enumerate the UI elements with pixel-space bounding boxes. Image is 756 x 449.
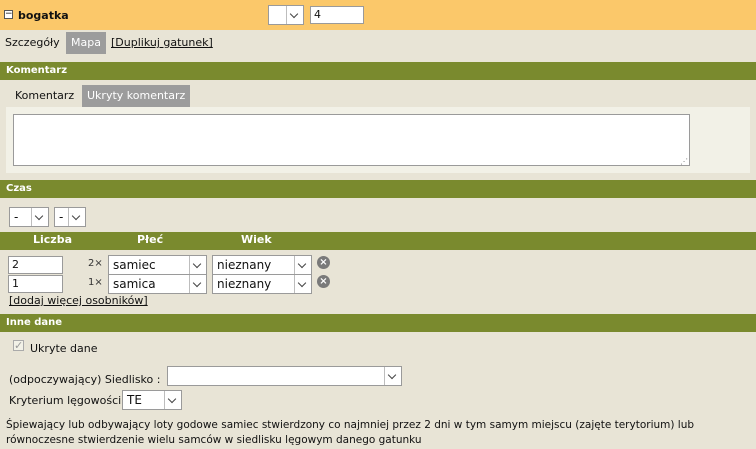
- resize-grip-icon[interactable]: ⋰: [680, 157, 688, 166]
- chevron-down-icon: [189, 256, 206, 274]
- hidden-data-checkbox[interactable]: ✓: [13, 340, 24, 351]
- breeding-criterion-select[interactable]: TE: [122, 390, 182, 410]
- time-select-minute-value: -: [59, 210, 64, 224]
- species-name: bogatka: [18, 9, 69, 22]
- duplicate-species-link[interactable]: [Duplikuj gatunek]: [106, 32, 218, 54]
- chevron-down-icon: [68, 208, 85, 226]
- species-header: − bogatka 4: [0, 0, 756, 30]
- other-section-title: Inne dane: [0, 314, 756, 332]
- sex-select-row-1-value: samiec: [113, 258, 156, 272]
- tab-comment[interactable]: Komentarz: [10, 85, 80, 107]
- breeding-criterion-label: Kryterium lęgowości: [9, 394, 122, 407]
- chevron-down-icon: [31, 208, 48, 226]
- tab-details[interactable]: Szczegóły: [0, 32, 65, 54]
- count-input-row-2[interactable]: 1: [8, 275, 63, 293]
- time-section-title: Czas: [0, 180, 756, 198]
- sex-select-row-1[interactable]: samiec: [108, 255, 207, 275]
- species-count-input[interactable]: 4: [310, 6, 364, 24]
- age-select-row-2[interactable]: nieznany: [212, 274, 312, 294]
- column-age: Wiek: [241, 233, 272, 246]
- chevron-down-icon: [384, 367, 401, 385]
- column-count: Liczba: [33, 233, 72, 246]
- tab-map[interactable]: Mapa: [66, 32, 106, 54]
- chevron-down-icon: [286, 6, 303, 24]
- individuals-header-bar: [0, 232, 756, 250]
- time-select-minute[interactable]: -: [54, 207, 86, 227]
- chevron-down-icon: [294, 275, 311, 293]
- breeding-criterion-description: Śpiewający lub odbywający loty godowe sa…: [6, 419, 695, 446]
- tab-hidden-comment[interactable]: Ukryty komentarz: [82, 85, 191, 107]
- chevron-down-icon: [164, 391, 181, 409]
- count-input-row-1[interactable]: 2: [8, 256, 63, 274]
- collapse-toggle-icon[interactable]: −: [4, 10, 13, 19]
- multiplier-row-1: 2×: [88, 258, 103, 269]
- time-select-hour[interactable]: -: [9, 207, 49, 227]
- comment-section-title: Komentarz: [0, 62, 756, 80]
- habitat-select[interactable]: [167, 366, 402, 386]
- chevron-down-icon: [294, 256, 311, 274]
- sex-select-row-2[interactable]: samica: [108, 274, 207, 294]
- chevron-down-icon: [189, 275, 206, 293]
- comment-textarea[interactable]: [13, 114, 690, 166]
- multiplier-row-2: 1×: [88, 277, 103, 288]
- time-select-hour-value: -: [14, 210, 19, 224]
- species-select[interactable]: [268, 5, 304, 25]
- breeding-criterion-value: TE: [127, 393, 142, 407]
- age-select-row-1[interactable]: nieznany: [212, 255, 312, 275]
- age-select-row-2-value: nieznany: [217, 277, 272, 291]
- sex-select-row-2-value: samica: [113, 277, 156, 291]
- add-more-individuals-link[interactable]: [dodaj więcej osobników]: [9, 294, 148, 307]
- column-sex: Płeć: [137, 233, 164, 246]
- age-select-row-1-value: nieznany: [217, 258, 272, 272]
- hidden-data-label: Ukryte dane: [30, 342, 98, 355]
- remove-row-2-icon[interactable]: ×: [317, 275, 330, 288]
- remove-row-1-icon[interactable]: ×: [317, 256, 330, 269]
- habitat-label: (odpoczywający) Siedlisko :: [9, 373, 161, 386]
